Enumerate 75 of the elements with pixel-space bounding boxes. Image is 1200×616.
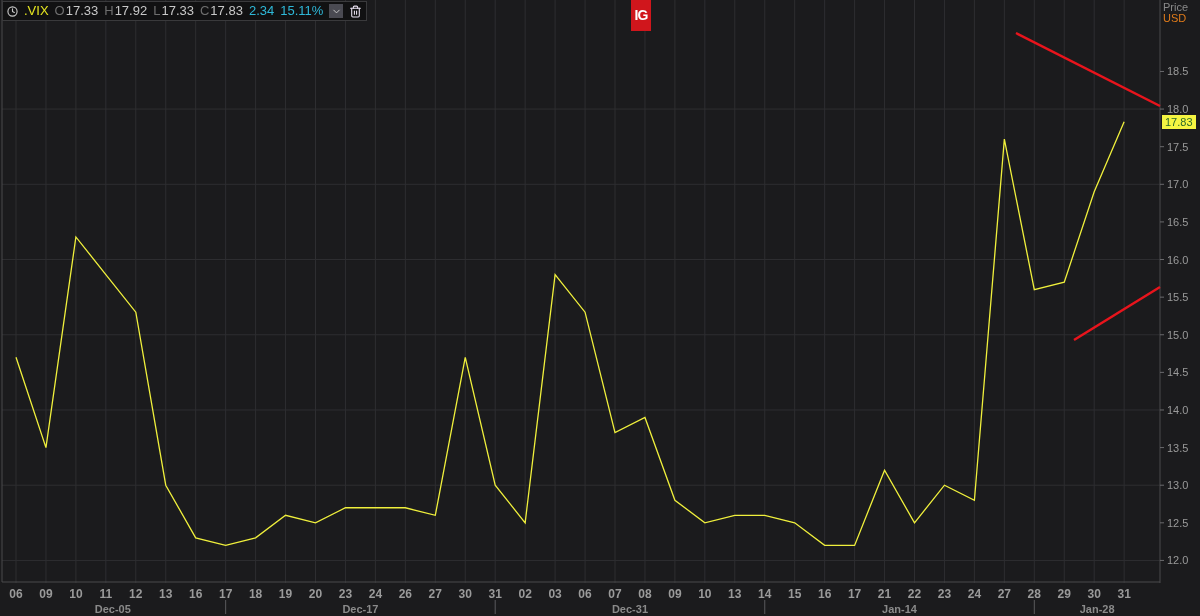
date-tick-label: 22 bbox=[907, 587, 922, 601]
date-tick-label: 24 bbox=[368, 587, 383, 601]
quote-key: H bbox=[104, 1, 114, 21]
date-tick-label: 13 bbox=[159, 587, 173, 601]
logo: IG bbox=[631, 0, 651, 31]
date-tick-label: 09 bbox=[668, 587, 682, 601]
change-value: 2.34 bbox=[248, 2, 275, 21]
date-tick-label: 30 bbox=[1087, 587, 1101, 601]
date-tick-label: 10 bbox=[69, 587, 83, 601]
period-label: Jan-14 bbox=[882, 603, 917, 615]
quote-value: 17.83 bbox=[210, 2, 243, 21]
quote-key: C bbox=[199, 1, 210, 21]
period-label: Jan-28 bbox=[1079, 603, 1115, 615]
quote-value: 17.33 bbox=[65, 2, 99, 21]
date-tick-label: 28 bbox=[1027, 587, 1041, 601]
date-tick-label: 21 bbox=[877, 587, 892, 601]
date-tick-label: 31 bbox=[488, 587, 502, 601]
clock-icon[interactable] bbox=[7, 5, 18, 17]
price-tick-label: 12.5 bbox=[1167, 516, 1189, 529]
period-label: Dec-05 bbox=[94, 603, 131, 615]
price-tick-label: 15.0 bbox=[1167, 328, 1189, 341]
date-tick-label: 26 bbox=[398, 587, 413, 601]
price-tick-label: 18.5 bbox=[1167, 65, 1189, 78]
date-tick-label: 17 bbox=[847, 587, 862, 601]
price-tick-label: 13.5 bbox=[1167, 441, 1189, 454]
date-tick-label: 03 bbox=[548, 587, 562, 601]
price-tick-label: 18.0 bbox=[1167, 103, 1189, 116]
quote-value: 17.33 bbox=[161, 2, 194, 21]
date-tick-label: 14 bbox=[758, 587, 772, 601]
date-tick-label: 17 bbox=[218, 587, 233, 601]
period-label: Dec-31 bbox=[611, 603, 648, 615]
price-tick-label: 14.5 bbox=[1167, 366, 1189, 379]
price-tick-label: 12.0 bbox=[1167, 554, 1189, 567]
date-tick-label: 23 bbox=[338, 587, 353, 601]
date-tick-label: 30 bbox=[458, 587, 472, 601]
date-tick-label: 07 bbox=[608, 587, 622, 601]
change-percent: 15.11% bbox=[280, 2, 324, 21]
date-tick-label: 09 bbox=[39, 587, 53, 601]
date-tick-label: 20 bbox=[308, 587, 323, 601]
date-tick-label: 15 bbox=[788, 587, 802, 601]
price-tick-label: 14.0 bbox=[1167, 404, 1189, 416]
date-tick-label: 29 bbox=[1057, 587, 1071, 601]
dropdown-button[interactable] bbox=[329, 4, 344, 18]
price-tick-label: 13.0 bbox=[1167, 479, 1189, 492]
date-tick-label: 13 bbox=[728, 587, 742, 601]
date-tick-label: 24 bbox=[967, 587, 982, 601]
date-tick-label: 06 bbox=[578, 587, 592, 601]
price-tick-label: 17.5 bbox=[1167, 140, 1189, 153]
date-tick-label: 18 bbox=[248, 587, 263, 601]
quote-key: L bbox=[153, 1, 161, 21]
date-tick-label: 23 bbox=[937, 587, 952, 601]
date-tick-label: 10 bbox=[698, 587, 712, 601]
delete-icon[interactable] bbox=[349, 4, 363, 18]
date-tick-label: 16 bbox=[817, 587, 832, 601]
period-label: Dec-17 bbox=[342, 603, 379, 615]
quote-value: 17.92 bbox=[114, 2, 148, 21]
current-price-label: 17.83 bbox=[1162, 114, 1196, 129]
date-tick-label: 27 bbox=[428, 587, 442, 601]
price-tick-label: 16.5 bbox=[1167, 215, 1189, 228]
date-tick-label: 31 bbox=[1117, 587, 1131, 601]
price-tick-label: 17.0 bbox=[1167, 178, 1189, 191]
axis-title: Price bbox=[1163, 2, 1189, 13]
date-tick-label: 27 bbox=[997, 587, 1012, 601]
price-tick-label: 15.5 bbox=[1167, 291, 1189, 304]
date-tick-label: 11 bbox=[99, 587, 113, 601]
date-tick-label: 02 bbox=[518, 587, 532, 601]
date-tick-label: 19 bbox=[278, 587, 293, 601]
quote-key: O bbox=[54, 1, 65, 21]
date-tick-label: 12 bbox=[129, 587, 143, 601]
date-tick-label: 08 bbox=[638, 587, 652, 601]
date-tick-label: 16 bbox=[189, 587, 203, 601]
axis-unit: USD bbox=[1163, 13, 1188, 24]
symbol-label: .VIX bbox=[24, 2, 49, 21]
price-tick-label: 16.0 bbox=[1167, 253, 1189, 266]
date-tick-label: 06 bbox=[9, 587, 23, 601]
